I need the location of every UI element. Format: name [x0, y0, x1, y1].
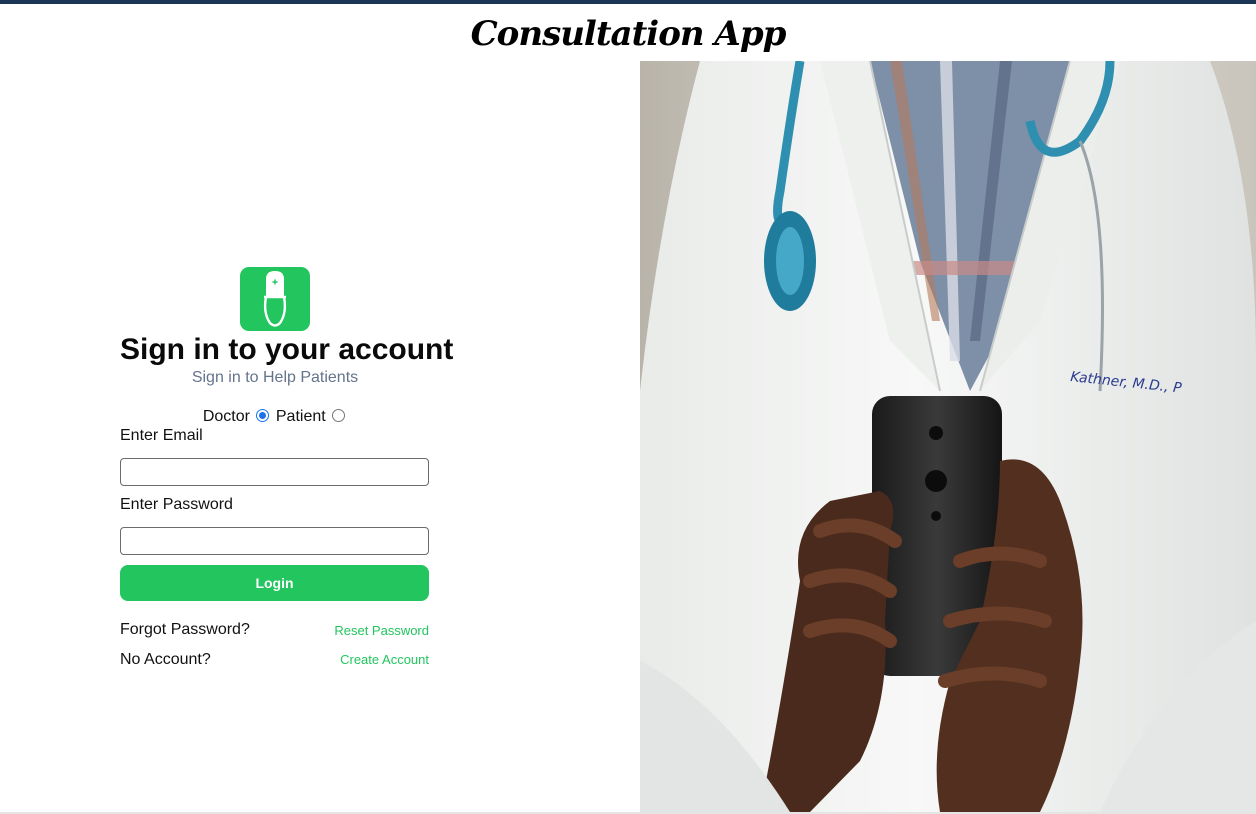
- page-title: Sign in to your account: [120, 333, 454, 366]
- doctor-radio[interactable]: [256, 409, 270, 422]
- top-accent-bar: [0, 0, 1256, 4]
- doctor-icon: [240, 267, 310, 331]
- patient-radio[interactable]: [332, 409, 346, 422]
- no-account-text: No Account?: [120, 651, 211, 668]
- password-field[interactable]: [120, 527, 429, 555]
- doctor-radio-label: Doctor: [202, 408, 250, 425]
- reset-password-link[interactable]: Reset Password: [334, 622, 429, 640]
- forgot-password-text: Forgot Password?: [120, 621, 250, 638]
- doctor-holding-phone-photo: Kathner, M.D., P: [640, 61, 1256, 812]
- page-subtitle: Sign in to Help Patients: [191, 369, 359, 386]
- create-account-link[interactable]: Create Account: [340, 651, 429, 669]
- patient-radio-label: Patient: [275, 408, 326, 425]
- login-button[interactable]: Login: [120, 565, 429, 601]
- password-label: Enter Password: [120, 496, 233, 513]
- email-label: Enter Email: [120, 427, 203, 444]
- email-field[interactable]: [120, 458, 429, 486]
- signin-panel: [0, 61, 640, 812]
- role-selector: Doctor Patient: [120, 407, 430, 427]
- app-title: Consultation App: [470, 14, 787, 54]
